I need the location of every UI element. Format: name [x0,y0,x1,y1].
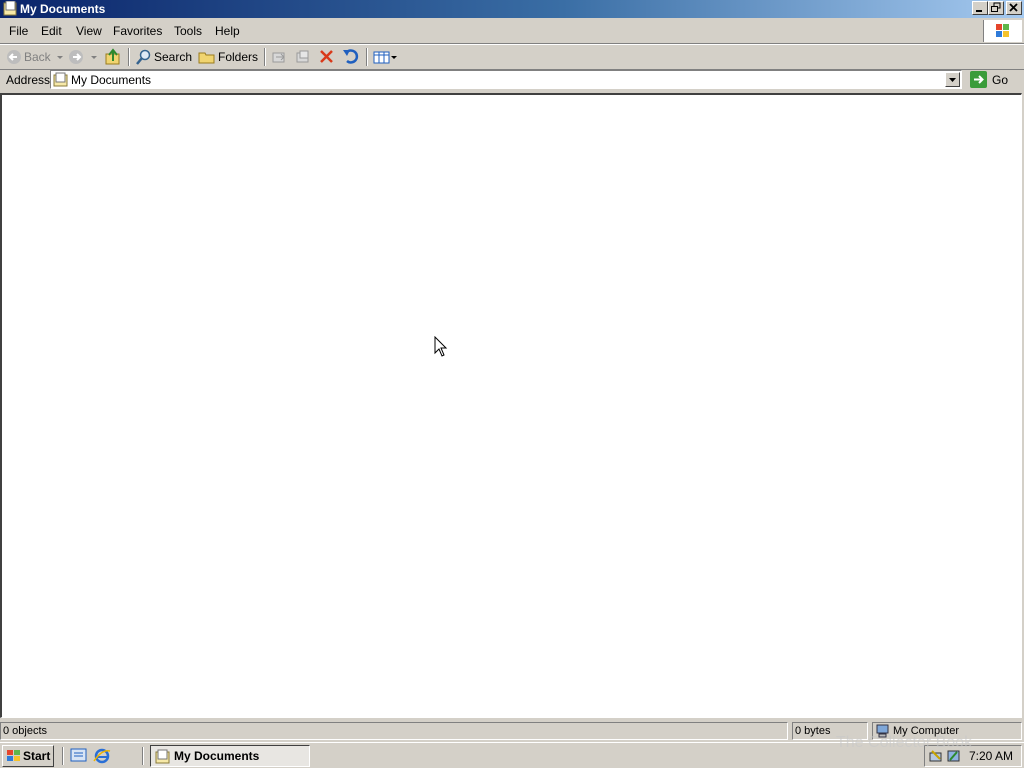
close-button[interactable] [1006,1,1022,15]
delete-button[interactable] [318,48,338,66]
status-objects: 0 objects [0,722,788,740]
views-button[interactable] [372,48,400,66]
folder-documents-icon [53,72,68,87]
menu-view[interactable]: View [76,24,102,38]
address-label: Address [6,73,51,87]
toolbar-separator [264,48,266,66]
menu-help[interactable]: Help [215,24,240,38]
menu-bar: File Edit View Favorites Tools Help [0,19,1024,44]
folder-documents-icon [155,749,170,764]
move-to-button[interactable] [270,48,290,66]
forward-button[interactable] [66,48,100,66]
forward-arrow-icon [69,50,83,64]
back-arrow-icon [7,50,21,64]
watermark: The Collector Book [836,734,973,751]
toolbar-separator [366,48,368,66]
delete-x-icon [320,50,333,63]
window-title: My Documents [20,2,106,16]
chevron-down-icon [91,56,97,59]
minimize-icon [976,10,982,12]
address-bar: Address My Documents Go [0,69,1024,92]
address-dropdown-button[interactable] [945,72,960,87]
internet-explorer-icon[interactable] [93,747,111,765]
start-button[interactable]: Start [2,745,54,767]
search-label: Search [154,50,193,64]
copy-to-icon [296,50,309,63]
address-value: My Documents [71,73,152,87]
toolbar-separator [128,48,130,66]
folders-button[interactable]: Folders [196,48,258,66]
close-icon [1009,3,1018,12]
up-folder-icon [105,48,120,65]
taskbar-separator [62,747,64,765]
go-label: Go [992,73,1009,87]
taskbar-window-my-documents[interactable]: My Documents [150,745,310,767]
taskbar-separator [142,747,144,765]
folders-label: Folders [218,50,259,64]
move-to-icon [272,52,285,63]
undo-icon [343,49,359,64]
windows-flag-icon [996,24,1009,37]
restore-icon [991,2,1001,12]
go-arrow-icon [970,71,987,88]
clock[interactable]: 7:20 AM [969,749,1013,763]
menu-edit[interactable]: Edit [41,24,62,38]
show-desktop-icon[interactable] [70,747,88,765]
standard-toolbar: Back Search Folders [0,44,1024,70]
chevron-down-icon [57,56,63,59]
copy-to-button[interactable] [294,48,314,66]
address-input[interactable]: My Documents [50,70,962,89]
undo-button[interactable] [342,48,362,66]
minimize-button[interactable] [972,1,988,15]
restore-button[interactable] [988,1,1004,15]
folders-icon [198,52,215,64]
search-button[interactable]: Search [134,48,192,66]
windows-logo [983,20,1022,42]
menu-favorites[interactable]: Favorites [113,24,162,38]
title-bar[interactable]: My Documents [0,0,1024,18]
menu-tools[interactable]: Tools [174,24,202,38]
views-icon [373,51,397,64]
file-list-pane[interactable] [0,93,1022,718]
back-label: Back [24,50,51,64]
taskbar-window-label: My Documents [174,749,260,763]
search-icon [136,49,151,65]
back-button[interactable]: Back [4,48,64,66]
menu-file[interactable]: File [9,24,28,38]
windows-flag-icon [7,750,20,761]
chevron-down-icon [949,78,956,82]
up-folder-button[interactable] [104,48,124,66]
start-label: Start [23,749,51,763]
go-button[interactable]: Go [968,70,1020,90]
folder-documents-icon [3,1,17,16]
mouse-cursor-icon [434,336,448,357]
